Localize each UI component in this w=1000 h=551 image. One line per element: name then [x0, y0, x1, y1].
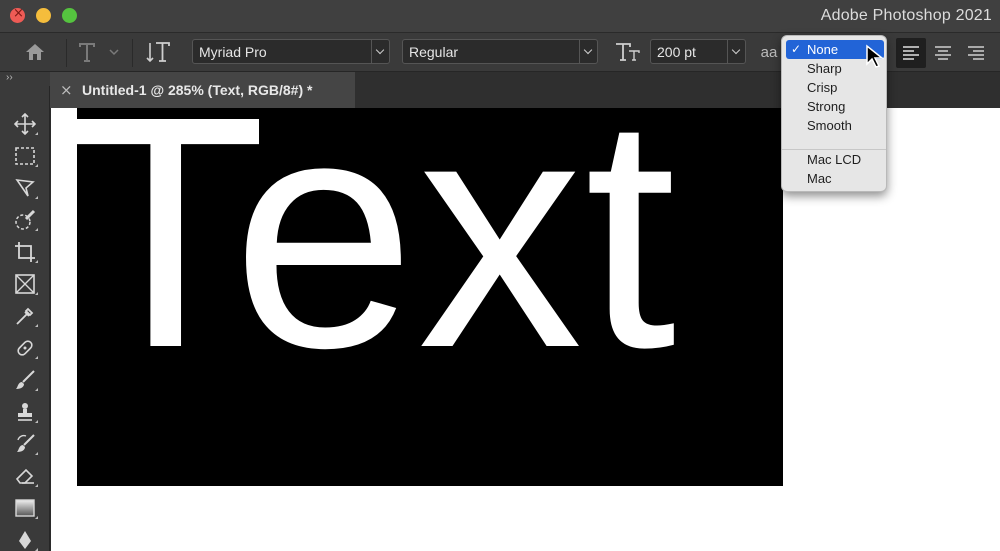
mouse-cursor-icon — [866, 44, 885, 68]
toggle-text-orientation-icon[interactable] — [144, 39, 172, 65]
document-tab[interactable]: × Untitled-1 @ 285% (Text, RGB/8#) * — [50, 72, 355, 108]
font-size-icon — [614, 39, 642, 65]
align-left-icon[interactable] — [896, 38, 926, 68]
menu-item-label: Strong — [807, 99, 846, 114]
type-tool-preset-icon[interactable] — [76, 39, 122, 65]
document-tab-label: Untitled-1 @ 285% (Text, RGB/8#) * — [82, 82, 313, 98]
menu-item-strong[interactable]: Strong — [786, 97, 884, 116]
history-brush-tool-icon[interactable] — [10, 430, 40, 458]
title-bar: Adobe Photoshop 2021 — [0, 0, 1000, 32]
menu-item-smooth[interactable]: Smooth — [786, 116, 884, 135]
font-style-value: Regular — [409, 44, 459, 60]
chevron-down-icon — [579, 40, 597, 63]
lasso-tool-icon[interactable] — [10, 174, 40, 202]
font-family-dropdown[interactable]: Myriad Pro — [192, 39, 390, 64]
tools-panel — [0, 86, 50, 551]
app-title: Adobe Photoshop 2021 — [820, 7, 992, 24]
menu-item-mac-lcd[interactable]: Mac LCD — [786, 150, 884, 169]
close-window-button[interactable] — [10, 6, 25, 23]
menu-item-label: Sharp — [807, 61, 842, 76]
eyedropper-tool-icon[interactable] — [10, 302, 40, 330]
align-right-icon[interactable] — [961, 38, 991, 68]
home-icon[interactable] — [20, 39, 50, 65]
zoom-window-button[interactable] — [62, 8, 77, 23]
frame-tool-icon[interactable] — [10, 270, 40, 298]
menu-item-crisp[interactable]: Crisp — [786, 78, 884, 97]
marquee-tool-icon[interactable] — [10, 142, 40, 170]
align-center-icon[interactable] — [928, 38, 958, 68]
chevron-down-icon — [371, 40, 389, 63]
menu-item-label: Smooth — [807, 118, 852, 133]
healing-brush-tool-icon[interactable] — [10, 334, 40, 362]
font-size-dropdown[interactable]: 200 pt — [650, 39, 746, 64]
pen-tool-icon[interactable] — [10, 526, 40, 551]
collapse-panel-icon[interactable]: ›› — [0, 72, 50, 86]
close-icon[interactable]: × — [60, 81, 73, 99]
clone-stamp-tool-icon[interactable] — [10, 398, 40, 426]
brush-tool-icon[interactable] — [10, 366, 40, 394]
gradient-tool-icon[interactable] — [10, 494, 40, 522]
font-family-value: Myriad Pro — [199, 44, 267, 60]
text-layer[interactable]: Text — [77, 108, 783, 486]
font-size-value: 200 pt — [657, 44, 696, 60]
menu-item-label: None — [807, 42, 839, 57]
crop-tool-icon[interactable] — [10, 238, 40, 266]
menu-item-label: Mac LCD — [807, 152, 862, 167]
menu-item-mac[interactable]: Mac — [786, 169, 884, 188]
eraser-tool-icon[interactable] — [10, 462, 40, 490]
font-style-dropdown[interactable]: Regular — [402, 39, 598, 64]
antialias-icon[interactable]: aa — [758, 39, 780, 65]
minimize-window-button[interactable] — [36, 8, 51, 23]
move-tool-icon[interactable] — [10, 110, 40, 138]
menu-item-label: Mac — [807, 171, 832, 186]
checkmark-icon: ✓ — [791, 42, 802, 56]
chevron-down-icon — [727, 40, 745, 63]
menu-item-label: Crisp — [807, 80, 838, 95]
canvas-text: Text — [77, 108, 679, 416]
quick-selection-tool-icon[interactable] — [10, 206, 40, 234]
